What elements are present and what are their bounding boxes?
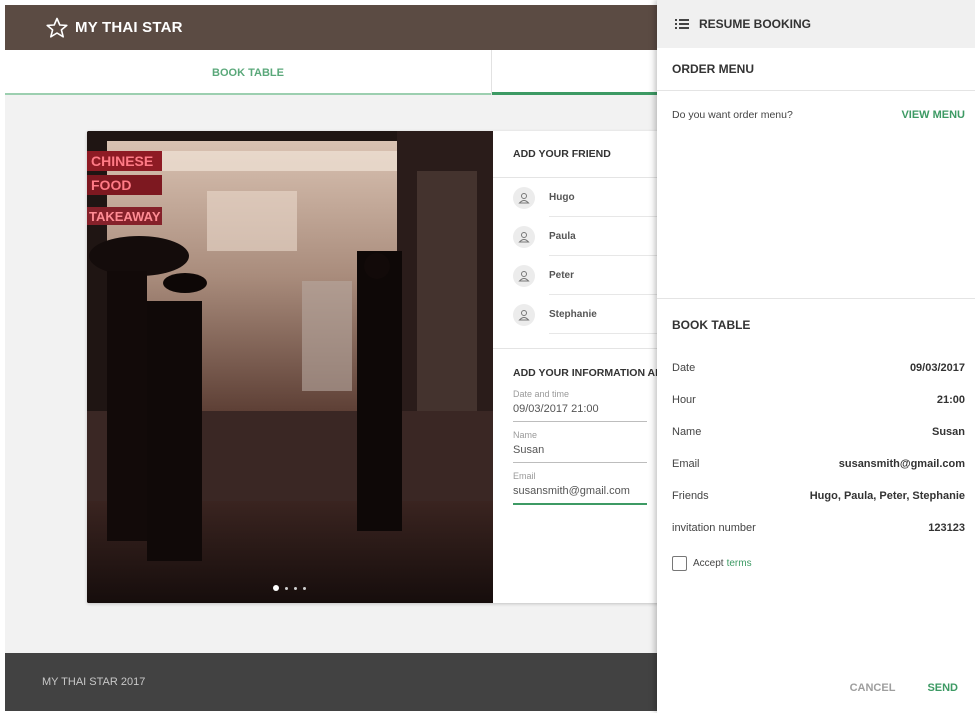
date-time-input[interactable]: 09/03/2017 21:00 bbox=[513, 403, 647, 422]
svg-text:FOOD: FOOD bbox=[91, 177, 131, 193]
friend-name: Stephanie bbox=[549, 295, 667, 334]
summary-row-name: Name Susan bbox=[657, 416, 975, 448]
footer: MY THAI STAR 2017 bbox=[5, 653, 657, 711]
app-header: MY THAI STAR bbox=[5, 5, 657, 50]
email-input[interactable]: susansmith@gmail.com bbox=[513, 485, 647, 505]
summary-value: susansmith@gmail.com bbox=[838, 458, 965, 470]
send-button[interactable]: SEND bbox=[911, 678, 975, 698]
summary-label: Email bbox=[672, 458, 700, 470]
footer-text: MY THAI STAR 2017 bbox=[42, 676, 146, 688]
app-title[interactable]: MY THAI STAR bbox=[75, 19, 183, 36]
summary-value: 21:00 bbox=[936, 394, 965, 406]
friend-item[interactable]: Hugo bbox=[493, 178, 667, 217]
svg-text:CHINESE: CHINESE bbox=[91, 153, 153, 169]
info-heading: ADD YOUR INFORMATION AI bbox=[513, 367, 659, 379]
booking-card: CHINESE FOOD TAKEAWAY ADD YOUR FRIEND Hu… bbox=[87, 131, 667, 603]
person-icon bbox=[513, 264, 535, 287]
friend-item[interactable]: Paula bbox=[493, 217, 667, 256]
list-menu-icon bbox=[675, 19, 689, 29]
person-icon bbox=[513, 186, 535, 209]
book-table-summary: BOOK TABLE Date 09/03/2017 Hour 21:00 Na… bbox=[657, 298, 975, 578]
tab-second[interactable] bbox=[492, 50, 657, 95]
summary-label: Friends bbox=[672, 490, 709, 502]
friend-name: Peter bbox=[549, 256, 667, 295]
summary-value: 123123 bbox=[928, 522, 965, 534]
carousel-dot[interactable] bbox=[294, 586, 297, 590]
summary-value: Hugo, Paula, Peter, Stephanie bbox=[809, 490, 965, 502]
carousel-dot-active[interactable] bbox=[273, 585, 279, 591]
order-menu-row: Do you want order menu? VIEW MENU bbox=[657, 91, 975, 139]
carousel-dot[interactable] bbox=[303, 586, 306, 590]
resume-booking-panel: RESUME BOOKING ORDER MENU Do you want or… bbox=[657, 0, 975, 713]
name-input[interactable]: Susan bbox=[513, 444, 647, 463]
summary-label: Date bbox=[672, 362, 696, 374]
summary-label: Name bbox=[672, 426, 702, 438]
summary-row-invitation: invitation number 123123 bbox=[657, 512, 975, 544]
email-field[interactable]: Email susansmith@gmail.com bbox=[493, 471, 667, 505]
date-time-label: Date and time bbox=[513, 389, 570, 399]
carousel-indicator[interactable] bbox=[273, 585, 306, 591]
name-field[interactable]: Name Susan bbox=[493, 430, 667, 463]
friend-item[interactable]: Peter bbox=[493, 256, 667, 295]
order-menu-title: ORDER MENU bbox=[657, 48, 975, 91]
tab-bar: BOOK TABLE bbox=[5, 50, 657, 95]
panel-title: RESUME BOOKING bbox=[699, 17, 812, 31]
panel-header: RESUME BOOKING bbox=[657, 0, 975, 48]
summary-row-friends: Friends Hugo, Paula, Peter, Stephanie bbox=[657, 480, 975, 512]
star-outline-icon[interactable] bbox=[45, 16, 69, 40]
carousel-dot[interactable] bbox=[285, 586, 288, 590]
accept-label: Accept bbox=[693, 557, 724, 569]
summary-label: invitation number bbox=[672, 522, 756, 534]
terms-link[interactable]: terms bbox=[727, 558, 752, 569]
email-label: Email bbox=[513, 471, 536, 481]
date-time-field[interactable]: Date and time 09/03/2017 21:00 bbox=[493, 389, 667, 422]
summary-row-date: Date 09/03/2017 bbox=[657, 352, 975, 384]
tab-book-table[interactable]: BOOK TABLE bbox=[5, 50, 492, 95]
name-label: Name bbox=[513, 430, 538, 440]
summary-label: Hour bbox=[672, 394, 696, 406]
info-section: ADD YOUR INFORMATION AI Date and time 09… bbox=[493, 348, 667, 505]
friend-name: Paula bbox=[549, 217, 667, 256]
booking-form: ADD YOUR FRIEND Hugo Paula Peter Stephan… bbox=[493, 131, 667, 603]
view-menu-button[interactable]: VIEW MENU bbox=[901, 109, 965, 121]
svg-text:TAKEAWAY: TAKEAWAY bbox=[89, 209, 161, 224]
panel-actions: CANCEL SEND bbox=[834, 678, 975, 698]
accept-terms-checkbox[interactable] bbox=[672, 555, 687, 571]
summary-row-email: Email susansmith@gmail.com bbox=[657, 448, 975, 480]
main-content: CHINESE FOOD TAKEAWAY ADD YOUR FRIEND Hu… bbox=[5, 95, 667, 653]
book-table-title: BOOK TABLE bbox=[672, 318, 751, 332]
summary-row-hour: Hour 21:00 bbox=[657, 384, 975, 416]
friend-name: Hugo bbox=[549, 178, 667, 217]
cancel-button[interactable]: CANCEL bbox=[834, 678, 912, 698]
order-question: Do you want order menu? bbox=[672, 109, 793, 121]
accept-terms-row: Accept terms bbox=[657, 548, 975, 578]
restaurant-photo: CHINESE FOOD TAKEAWAY bbox=[87, 131, 493, 603]
summary-value: 09/03/2017 bbox=[909, 362, 965, 374]
person-icon bbox=[513, 303, 535, 326]
person-icon bbox=[513, 225, 535, 248]
street-scene-image: CHINESE FOOD TAKEAWAY bbox=[87, 131, 493, 603]
friend-item[interactable]: Stephanie bbox=[493, 295, 667, 334]
friends-heading: ADD YOUR FRIEND bbox=[493, 131, 667, 178]
summary-value: Susan bbox=[931, 426, 965, 438]
